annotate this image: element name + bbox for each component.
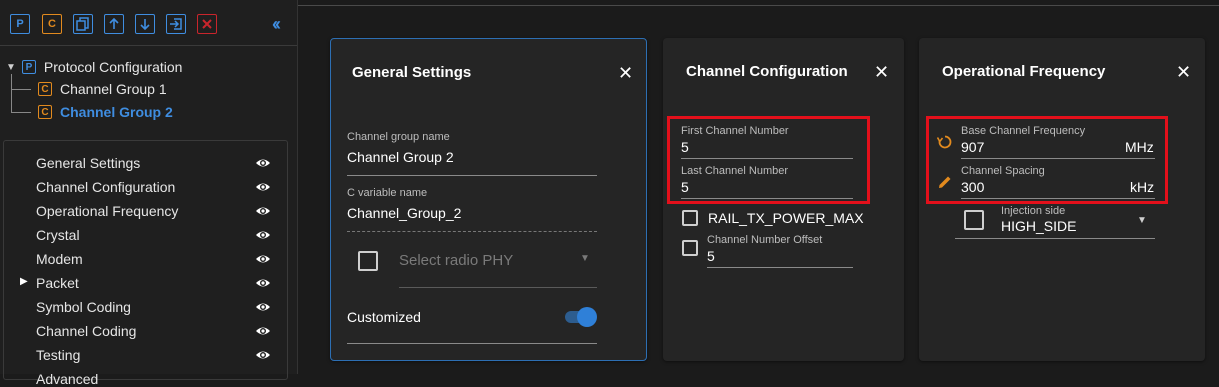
section-testing[interactable]: Testing	[36, 347, 80, 363]
section-crystal[interactable]: Crystal	[36, 227, 80, 243]
copy-icon[interactable]	[73, 14, 93, 34]
select-underline	[399, 287, 597, 288]
chevron-down-icon[interactable]: ▼	[1137, 215, 1147, 226]
move-up-icon[interactable]	[104, 14, 124, 34]
channel-group-icon-glyph: C	[48, 18, 56, 30]
panel-title: Operational Frequency	[942, 63, 1106, 80]
offset-checkbox[interactable]	[682, 240, 698, 256]
eye-icon[interactable]	[255, 348, 271, 362]
import-icon[interactable]	[166, 14, 186, 34]
channel-group-badge-icon: C	[38, 105, 52, 119]
close-icon[interactable]: ✕	[618, 63, 633, 84]
tree-root[interactable]: ▼ P Protocol Configuration	[6, 59, 182, 75]
injection-side-select[interactable]: HIGH_SIDE	[1001, 218, 1076, 234]
customized-toggle[interactable]	[565, 307, 597, 327]
eye-icon[interactable]	[255, 324, 271, 338]
highlight-box	[926, 116, 1168, 204]
eye-icon[interactable]	[255, 180, 271, 194]
tx-power-checkbox[interactable]	[682, 210, 698, 226]
input-underline	[955, 238, 1155, 239]
tree-connector	[11, 89, 31, 90]
customized-label: Customized	[347, 309, 421, 325]
tree-connector	[11, 112, 31, 113]
tree-item-label: Channel Group 1	[60, 81, 167, 97]
protocol-icon[interactable]: P	[10, 14, 30, 34]
expand-arrow-icon[interactable]: ▼	[6, 62, 16, 73]
tree-item-label: Channel Group 2	[60, 104, 173, 120]
delete-icon[interactable]	[197, 14, 217, 34]
close-icon[interactable]: ✕	[874, 62, 889, 83]
section-channel-coding[interactable]: Channel Coding	[36, 323, 136, 339]
tree-root-label: Protocol Configuration	[43, 59, 183, 75]
tx-power-label: RAIL_TX_POWER_MAX	[708, 210, 864, 226]
group-name-input[interactable]: Channel Group 2	[347, 149, 454, 165]
eye-icon[interactable]	[255, 252, 271, 266]
offset-input[interactable]: 5	[707, 248, 715, 264]
protocol-icon-glyph: P	[16, 18, 24, 30]
injection-side-checkbox[interactable]	[964, 210, 984, 230]
offset-label: Channel Number Offset	[707, 234, 823, 246]
panel-title: General Settings	[352, 64, 472, 81]
section-operational-frequency[interactable]: Operational Frequency	[36, 203, 178, 219]
general-settings-panel: General Settings ✕ Channel group name Ch…	[330, 38, 647, 361]
input-underline	[347, 175, 597, 176]
c-variable-label: C variable name	[347, 187, 428, 199]
top-divider	[298, 5, 1219, 6]
section-general-settings[interactable]: General Settings	[36, 155, 140, 171]
section-channel-configuration[interactable]: Channel Configuration	[36, 179, 175, 195]
input-underline	[707, 267, 853, 268]
eye-icon[interactable]	[255, 228, 271, 242]
input-underline	[347, 343, 597, 344]
sidebar: P C ‹‹ ▼ P Protocol Configuration C Chan…	[0, 0, 298, 387]
chevron-down-icon[interactable]: ▼	[580, 253, 590, 264]
channel-group-icon[interactable]: C	[42, 14, 62, 34]
eye-icon[interactable]	[255, 204, 271, 218]
collapse-icon[interactable]: ‹‹	[272, 14, 281, 35]
eye-icon[interactable]	[255, 276, 271, 290]
toggle-knob	[577, 307, 597, 327]
highlight-box	[667, 116, 870, 204]
toolbar-divider	[0, 45, 297, 46]
section-symbol-coding[interactable]: Symbol Coding	[36, 299, 131, 315]
panel-title: Channel Configuration	[686, 63, 848, 80]
section-advanced[interactable]: Advanced	[36, 371, 98, 387]
tree-item-channel-group-2[interactable]: C Channel Group 2	[38, 104, 173, 120]
section-modem[interactable]: Modem	[36, 251, 83, 267]
eye-icon[interactable]	[255, 300, 271, 314]
c-variable-input[interactable]: Channel_Group_2	[347, 205, 461, 221]
input-underline	[347, 231, 597, 232]
tree-connector	[11, 74, 12, 112]
tree-item-channel-group-1[interactable]: C Channel Group 1	[38, 81, 167, 97]
move-down-icon[interactable]	[135, 14, 155, 34]
expand-arrow-icon[interactable]: ▶	[20, 276, 28, 287]
injection-side-label: Injection side	[1001, 205, 1066, 217]
close-icon[interactable]: ✕	[1176, 62, 1191, 83]
channel-group-badge-icon: C	[38, 82, 52, 96]
section-list: General Settings Channel Configuration O…	[3, 140, 288, 387]
eye-icon[interactable]	[255, 156, 271, 170]
group-name-label: Channel group name	[347, 131, 450, 143]
protocol-badge-icon: P	[21, 60, 36, 74]
radio-phy-select[interactable]: Select radio PHY	[399, 252, 513, 269]
section-packet[interactable]: Packet	[36, 275, 79, 291]
radio-phy-checkbox[interactable]	[358, 251, 378, 271]
